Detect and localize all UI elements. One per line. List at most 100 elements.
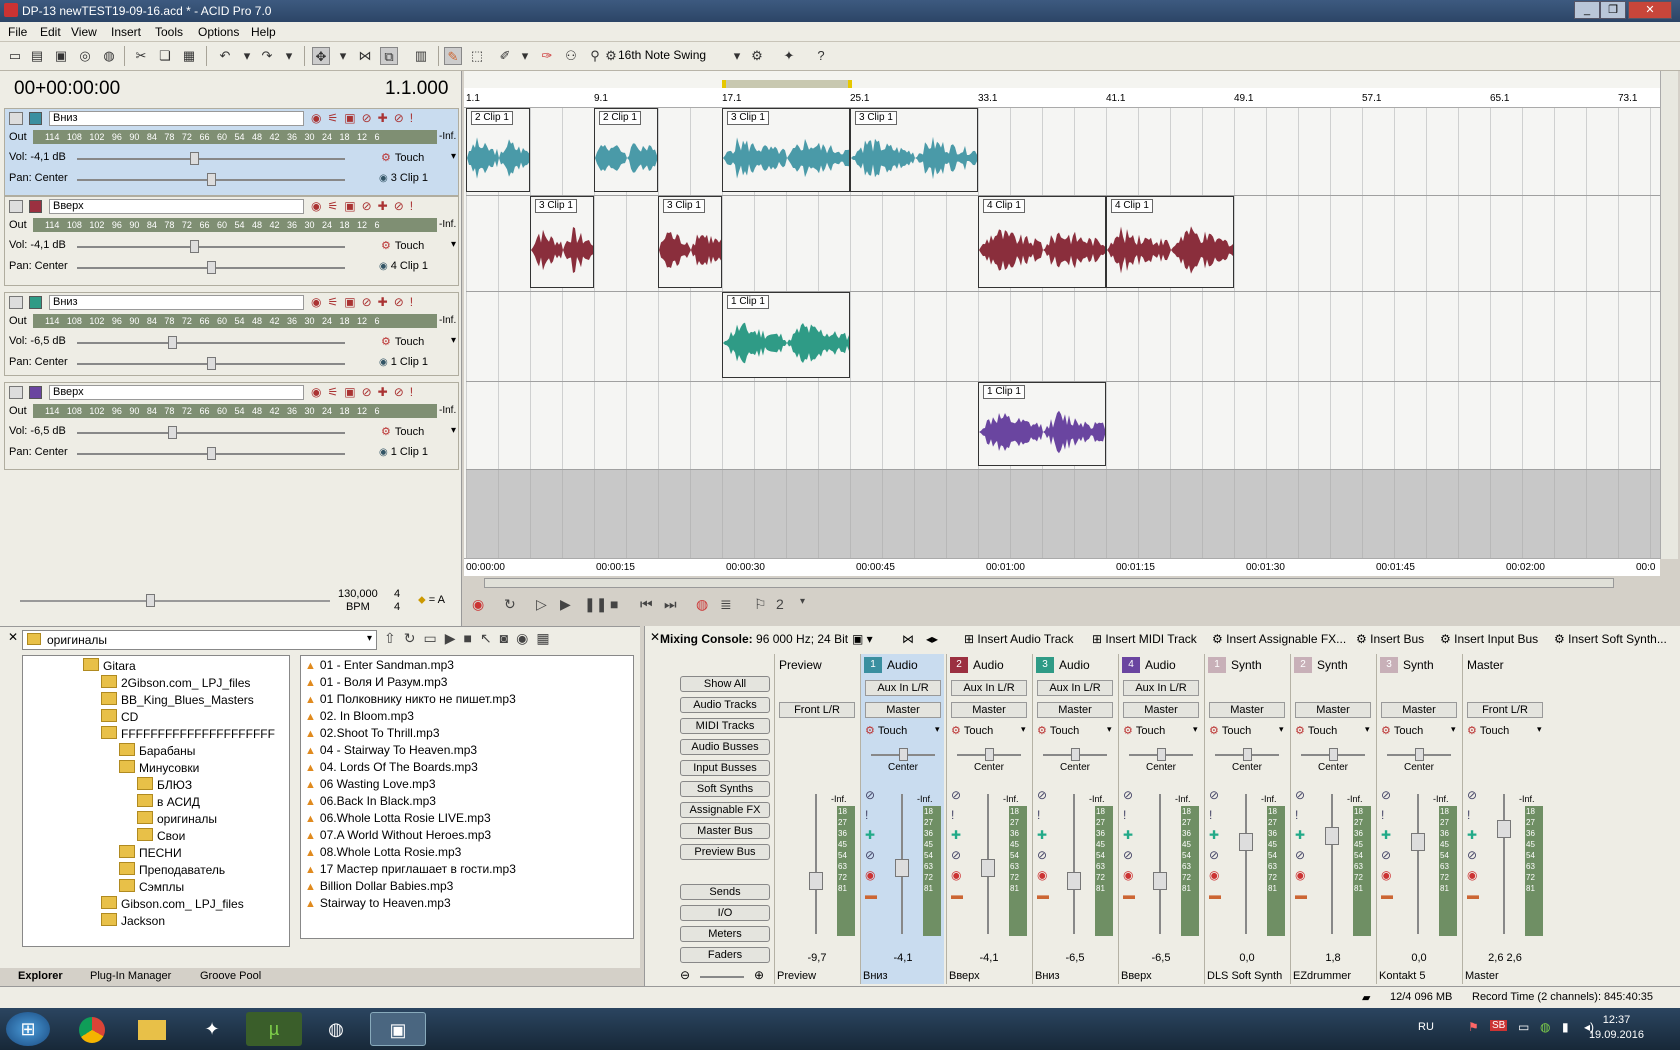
arm-record-icon[interactable]: ◉ [311,111,327,125]
vertical-scrollbar[interactable] [1660,71,1678,559]
menu-view[interactable]: View [71,25,97,39]
fox-app-icon[interactable]: ✦ [184,1012,240,1046]
tree-item[interactable]: ПЕСНИ [119,845,182,860]
track-grip-icon[interactable] [9,200,23,213]
track-controls[interactable]: ◉⚟▣⊘✚⊘! [311,295,419,309]
mixer-channel-strip[interactable]: Master Front L/R Touch ▾ ⊘! ✚ ⊘ ◉ ▬ -Inf. 18 27 36… [1462,654,1546,984]
track-volume-slider[interactable] [77,342,345,344]
arm-record-icon[interactable]: ◉ [1295,868,1305,882]
tree-item[interactable]: Минусовки [119,760,199,775]
channel-fader-knob[interactable] [1239,833,1253,851]
refresh-icon[interactable]: ↻ [404,630,424,646]
key-icon[interactable]: ✦ [780,47,798,65]
channel-input-select[interactable]: Aux In L/R [1037,680,1113,696]
routing-icon[interactable]: ⊘ [1123,848,1133,862]
downmix-icon[interactable]: ⋈ [902,632,914,646]
track-pan-knob[interactable] [207,261,216,274]
audio-clip[interactable]: 1 Clip 1 [978,382,1106,466]
mute-icon[interactable]: ⊘ [1037,788,1047,802]
fx-icon[interactable]: ⚟ [327,199,344,213]
block-icon[interactable]: ⊘ [394,199,410,213]
automation-dropdown-icon[interactable]: ▾ [935,724,940,735]
favorites-icon[interactable]: ◉ [516,630,536,646]
fx-icon[interactable]: ✚ [1209,828,1219,842]
block-icon[interactable]: ⊘ [394,295,410,309]
tree-item[interactable]: Gibson.com_ LPJ_files [101,896,244,911]
audio-clip[interactable]: 4 Clip 1 [978,196,1106,288]
channel-input-select[interactable]: Aux In L/R [951,680,1027,696]
paste-icon[interactable]: ▦ [180,47,198,65]
track-automation-mode[interactable]: Touch [381,239,424,252]
mixer-view-button[interactable]: Sends [680,884,770,900]
mixer-filter-button[interactable]: Input Busses [680,760,770,776]
paint-tool-icon[interactable]: ✐ [496,47,514,65]
track-controls[interactable]: ◉⚟▣⊘✚⊘! [311,199,419,213]
go-to-start-icon[interactable]: ⏮ [640,596,653,613]
mute-icon[interactable]: ⊘ [1467,788,1477,802]
mute-icon[interactable]: ▣ [344,295,361,309]
channel-fader-knob[interactable] [1325,826,1339,845]
automation-dropdown-icon[interactable]: ▾ [1193,724,1198,735]
new-folder-icon[interactable]: ▭ [423,630,444,646]
mute-icon[interactable]: ⊘ [1123,788,1133,802]
file-item[interactable]: 06.Whole Lotta Rosie LIVE.mp3 [305,811,491,825]
solo-icon[interactable]: ! [1467,808,1470,822]
channel-fader-knob[interactable] [1153,872,1167,890]
channel-fader-track[interactable] [1245,794,1247,934]
tab-plugin-manager[interactable]: Plug-In Manager [90,970,171,982]
clock[interactable]: 12:37 19.09.2016 [1589,1013,1644,1043]
warning-icon[interactable]: ! [410,111,419,125]
metronome-record-icon[interactable]: ◍ [696,596,708,613]
tray-utorrent-icon[interactable]: ◍ [1540,1020,1550,1034]
solo-icon[interactable]: ⊘ [362,199,378,213]
tray-flag-icon[interactable]: ⚑ [1468,1020,1479,1034]
routing-icon[interactable]: ⊘ [865,848,875,862]
channel-automation-mode[interactable]: Touch [1123,724,1165,737]
channel-fader-track[interactable] [1073,794,1075,934]
track-volume-slider[interactable] [77,432,345,434]
insert-audio-track-button[interactable]: ⊞ Insert Audio Track [964,632,1073,646]
channel-output-select[interactable]: Master [1209,702,1285,718]
input-monitor-icon[interactable]: ▬ [865,888,877,902]
audio-clip[interactable]: 3 Clip 1 [722,108,850,192]
redo-dropdown-icon[interactable]: ▾ [280,47,298,65]
play-from-start-icon[interactable]: ▷ [536,596,547,613]
menu-insert[interactable]: Insert [111,25,141,39]
solo-icon[interactable]: ! [1209,808,1212,822]
insert-input-bus-button[interactable]: ⚙ Insert Input Bus [1440,632,1538,646]
routing-icon[interactable]: ⊘ [1467,848,1477,862]
track-header[interactable]: Вниз ◉⚟▣⊘✚⊘! Out 114 108 102 96 90 84 78 72… [4,292,459,376]
menu-options[interactable]: Options [198,25,239,39]
file-item[interactable]: 04 - Stairway To Heaven.mp3 [305,743,477,757]
channel-name-label[interactable]: Вниз [1035,970,1060,982]
menu-edit[interactable]: Edit [40,25,61,39]
acid-pro-taskbar-icon[interactable]: ▣ [370,1012,426,1046]
tab-explorer[interactable]: Explorer [18,970,63,982]
steam-icon[interactable]: ◍ [308,1012,364,1046]
language-indicator[interactable]: RU [1418,1021,1434,1033]
fx-icon[interactable]: ✚ [865,828,875,842]
file-item[interactable]: 02.Shoot To Thrill.mp3 [305,726,440,740]
pause-icon[interactable]: ❚❚ [584,596,607,613]
channel-pan-knob[interactable] [1329,748,1338,761]
audio-clip[interactable]: 3 Clip 1 [530,196,594,288]
input-monitor-icon[interactable]: ▬ [1381,888,1393,902]
tree-item[interactable]: в АСИД [137,794,200,809]
envelope-icon[interactable]: ⋈ [356,47,374,65]
channel-input-select[interactable]: Aux In L/R [865,680,941,696]
open-folder-icon[interactable]: ▤ [28,47,46,65]
beat-ruler[interactable]: 1.1 9.1 17.1 25.1 33.1 41.1 49.1 57.1 65.1 73.1 [464,88,1660,108]
channel-output-select[interactable]: Master [1295,702,1371,718]
channel-output-select[interactable]: Front L/R [1467,702,1543,718]
marker-icon[interactable]: ▥ [412,47,430,65]
mute-icon[interactable]: ▣ [344,385,361,399]
channel-output-select[interactable]: Master [865,702,941,718]
channel-fader-knob[interactable] [981,859,995,877]
tray-sb-icon[interactable]: SB [1490,1020,1508,1031]
automation-dropdown-icon[interactable]: ▾ [1107,724,1112,735]
erase-tool-icon[interactable]: ✑ [538,47,556,65]
mixer-channel-strip[interactable]: 3 Synth Master Touch ▾ Center ⊘! ✚ ⊘ ◉ ▬ -Inf. 18 27… [1376,654,1460,984]
mixer-filter-button[interactable]: MIDI Tracks [680,718,770,734]
mixer-channel-strip[interactable]: 1 Audio Aux In L/R Master Touch ▾ Center ⊘! ✚ ⊘ ◉ ▬… [860,654,944,984]
arm-record-icon[interactable]: ◉ [951,868,961,882]
